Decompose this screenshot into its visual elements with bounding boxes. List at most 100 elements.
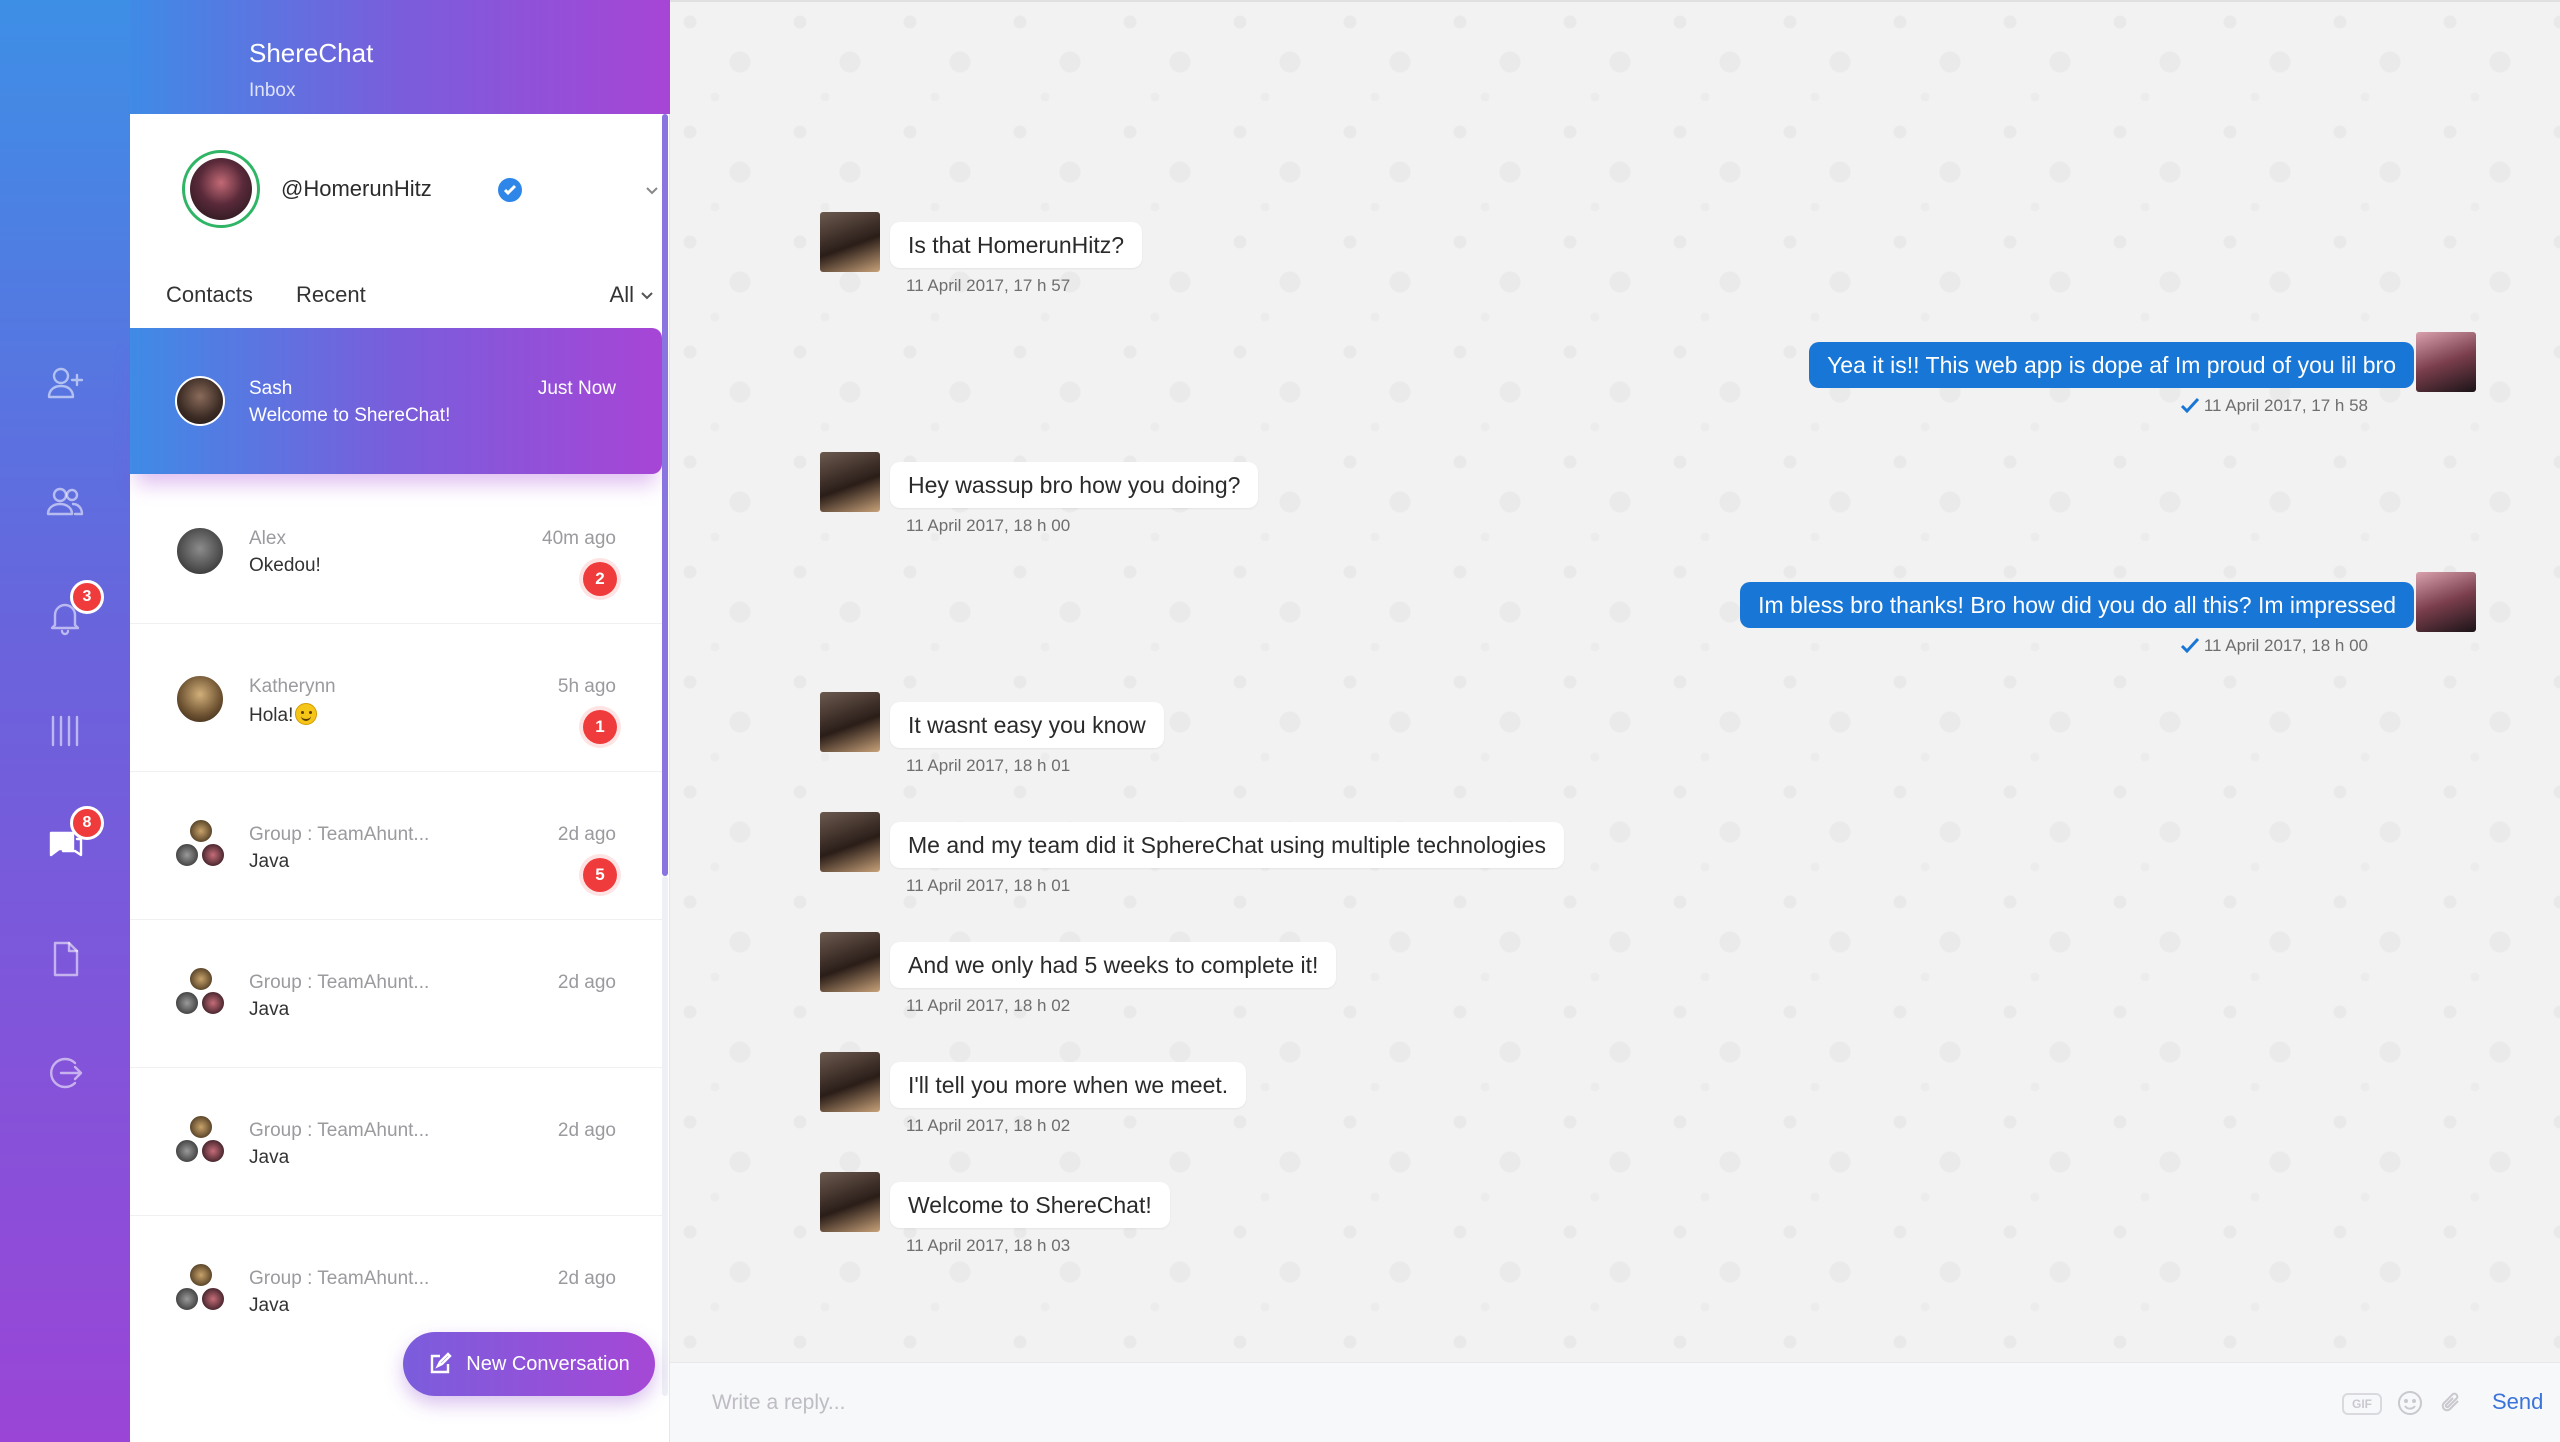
- message-bubble[interactable]: Hey wassup bro how you doing?: [890, 462, 1259, 508]
- bars-icon[interactable]: [38, 704, 92, 758]
- message-bubble[interactable]: I'll tell you more when we meet.: [890, 1062, 1247, 1108]
- conversation-time: 40m ago: [542, 528, 616, 549]
- verified-icon: [498, 178, 522, 202]
- conversation-preview: Okedou!: [249, 555, 321, 576]
- conversation-preview: Java: [249, 1295, 290, 1316]
- notification-badge: 3: [70, 580, 104, 614]
- message-bubble[interactable]: Welcome to ShereChat!: [890, 1182, 1170, 1228]
- conversation-preview: Welcome to ShereChat!: [249, 405, 451, 426]
- app-title: ShereChat: [249, 38, 374, 68]
- conversation-list: Sash Welcome to ShereChat! Just Now Alex…: [130, 328, 662, 1358]
- message-outgoing: Yea it is!! This web app is dope af Im p…: [670, 332, 2560, 422]
- attachment-icon[interactable]: [2438, 1389, 2466, 1417]
- conversation-time: Just Now: [537, 378, 616, 399]
- filter-all-label: All: [609, 282, 634, 307]
- chevron-down-icon[interactable]: [642, 180, 662, 200]
- tab-recent[interactable]: Recent: [296, 282, 366, 308]
- emoji-icon[interactable]: [2396, 1389, 2424, 1417]
- conversation-time: 2d ago: [557, 1120, 616, 1141]
- new-conversation-button[interactable]: New Conversation: [403, 1332, 655, 1396]
- messages-button[interactable]: 8: [38, 806, 104, 870]
- conversation-name: Group : TeamAhunt...: [249, 824, 430, 845]
- logout-icon[interactable]: [38, 1046, 92, 1100]
- document-icon[interactable]: [38, 932, 92, 986]
- sender-avatar: [820, 812, 880, 872]
- conversation-time: 5h ago: [557, 676, 616, 697]
- conversation-item[interactable]: Alex Okedou! 40m ago 2: [130, 478, 662, 624]
- chat-thread: Is that HomerunHitz? 11 April 2017, 17 h…: [670, 0, 2560, 1362]
- conversation-time: 2d ago: [557, 824, 616, 845]
- group-avatar: [174, 818, 230, 874]
- conversation-item[interactable]: Group : TeamAhunt... Java 2d ago 5: [130, 774, 662, 920]
- message-bubble[interactable]: Yea it is!! This web app is dope af Im p…: [1809, 342, 2414, 388]
- sender-avatar: [820, 452, 880, 512]
- sender-avatar: [820, 932, 880, 992]
- conversation-panel: ShereChat Inbox @HomerunHitz Contacts Re…: [130, 0, 670, 1442]
- scrollbar-track[interactable]: [662, 876, 668, 1396]
- message-bubble[interactable]: Me and my team did it SphereChat using m…: [890, 822, 1564, 868]
- message-bubble[interactable]: Im bless bro thanks! Bro how did you do …: [1740, 582, 2414, 628]
- new-conversation-label: New Conversation: [466, 1352, 630, 1375]
- profile-switcher[interactable]: @HomerunHitz: [182, 150, 658, 230]
- group-avatar: [174, 1262, 230, 1318]
- gif-button[interactable]: GIF: [2342, 1393, 2382, 1415]
- avatar: [175, 674, 225, 724]
- conversation-preview: Java: [249, 999, 290, 1020]
- notifications-button[interactable]: 3: [38, 580, 104, 644]
- profile-username: @HomerunHitz: [281, 176, 432, 201]
- app-subtitle: Inbox: [249, 80, 296, 101]
- conversation-name: Group : TeamAhunt...: [249, 1120, 430, 1141]
- message-bubble[interactable]: And we only had 5 weeks to complete it!: [890, 942, 1337, 988]
- message-timestamp: 11 April 2017, 18 h 02: [906, 1116, 1071, 1135]
- message-timestamp: 11 April 2017, 17 h 57: [906, 276, 1071, 295]
- sender-avatar: [820, 1172, 880, 1232]
- conversation-name: Group : TeamAhunt...: [249, 1268, 430, 1289]
- filter-tabs: Contacts Recent All: [166, 282, 656, 314]
- conversation-item[interactable]: Group : TeamAhunt... Java 2d ago: [130, 922, 662, 1068]
- avatar: [175, 526, 225, 576]
- sender-avatar: [820, 692, 880, 752]
- message-bubble[interactable]: It wasnt easy you know: [890, 702, 1164, 748]
- conversation-item[interactable]: Group : TeamAhunt... Java 2d ago: [130, 1070, 662, 1216]
- conversation-time: 2d ago: [557, 1268, 616, 1289]
- read-check-icon: [2180, 637, 2200, 654]
- send-button[interactable]: Send: [2492, 1389, 2543, 1415]
- profile-avatar: [182, 150, 260, 228]
- sender-avatar: [820, 212, 880, 272]
- unread-badge: 2: [583, 562, 617, 596]
- messages-badge: 8: [70, 806, 104, 840]
- message-timestamp: 11 April 2017, 18 h 00: [2180, 636, 2368, 656]
- conversation-preview: Java: [249, 1147, 290, 1168]
- conversation-item[interactable]: Sash Welcome to ShereChat! Just Now: [130, 328, 662, 474]
- message-timestamp: 11 April 2017, 18 h 02: [906, 996, 1071, 1015]
- conversation-name: Sash: [249, 378, 293, 399]
- unread-badge: 5: [583, 858, 617, 892]
- my-avatar: [2416, 332, 2476, 392]
- message-timestamp: 11 April 2017, 17 h 58: [2180, 396, 2368, 416]
- message-timestamp: 11 April 2017, 18 h 01: [906, 756, 1071, 775]
- users-icon[interactable]: [38, 474, 92, 528]
- message-timestamp: 11 April 2017, 18 h 03: [906, 1236, 1071, 1255]
- conversation-preview: Hola!: [249, 703, 318, 727]
- scrollbar-thumb[interactable]: [662, 114, 668, 876]
- chevron-down-icon: [641, 292, 653, 300]
- add-user-icon[interactable]: [38, 356, 92, 410]
- reply-input[interactable]: [712, 1385, 2292, 1421]
- panel-header: ShereChat Inbox: [130, 0, 670, 114]
- filter-all-dropdown[interactable]: All: [610, 282, 656, 308]
- sender-avatar: [820, 1052, 880, 1112]
- message-timestamp: 11 April 2017, 18 h 01: [906, 876, 1071, 895]
- unread-badge: 1: [583, 710, 617, 744]
- conversation-name: Alex: [249, 528, 286, 549]
- message-timestamp: 11 April 2017, 18 h 00: [906, 516, 1071, 535]
- conversation-name: Group : TeamAhunt...: [249, 972, 430, 993]
- group-avatar: [174, 1114, 230, 1170]
- group-avatar: [174, 966, 230, 1022]
- message-bubble[interactable]: Is that HomerunHitz?: [890, 222, 1143, 268]
- tab-contacts[interactable]: Contacts: [166, 282, 253, 308]
- compose-icon: [431, 1352, 452, 1374]
- message-outgoing: Im bless bro thanks! Bro how did you do …: [670, 572, 2560, 662]
- conversation-item[interactable]: Katherynn Hola! 5h ago 1: [130, 626, 662, 772]
- avatar: [175, 376, 225, 426]
- reply-bar: GIF Send: [670, 1362, 2560, 1442]
